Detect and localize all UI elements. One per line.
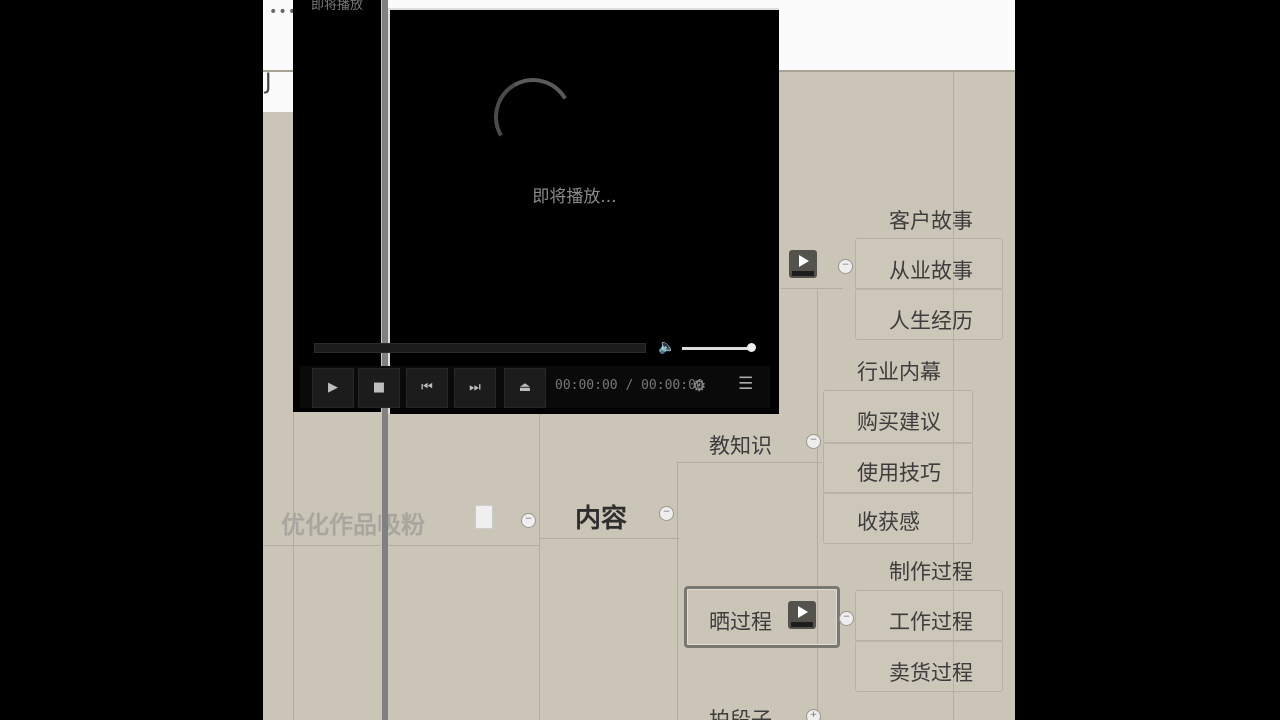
node-knowledge[interactable]: 教知识 <box>709 430 772 460</box>
side-tab-label: J <box>265 70 272 95</box>
collapse-toggle-icon[interactable]: − <box>659 506 674 521</box>
next-button[interactable]: ⏭ <box>454 368 496 408</box>
previous-button[interactable]: ⏮ <box>406 368 448 408</box>
volume-slider[interactable] <box>682 347 755 350</box>
guide-line <box>263 545 539 546</box>
node-process-child[interactable]: 卖货过程 <box>889 657 973 687</box>
loading-spinner-icon <box>485 69 581 165</box>
node-knowledge-child[interactable]: 收获感 <box>857 506 920 536</box>
node-root[interactable]: 优化作品吸粉 <box>281 505 425 540</box>
node-process-child[interactable]: 制作过程 <box>889 556 973 586</box>
time-separator: / <box>625 378 634 393</box>
playlist-menu-icon[interactable]: ☰ <box>738 374 753 394</box>
window-divider[interactable] <box>381 0 388 720</box>
node-center[interactable]: 内容 <box>575 498 627 535</box>
node-knowledge-child[interactable]: 使用技巧 <box>857 457 941 487</box>
node-knowledge-child[interactable]: 购买建议 <box>857 406 941 436</box>
settings-gear-icon[interactable]: ⚙ <box>692 376 706 395</box>
guide-line <box>817 290 818 720</box>
progress-row: 🔈 <box>302 339 772 358</box>
node-story-child[interactable]: 客户故事 <box>889 205 973 235</box>
collapse-toggle-icon[interactable]: − <box>806 434 821 449</box>
collapse-toggle-icon[interactable]: + <box>806 709 821 720</box>
node-process[interactable]: 晒过程 <box>709 606 772 636</box>
time-display: 00:00:00 / 00:00:00 <box>555 378 704 393</box>
video-badge-icon <box>788 601 816 629</box>
volume-icon[interactable]: 🔈 <box>658 339 675 355</box>
collapse-toggle-icon[interactable]: − <box>839 611 854 626</box>
loading-text: 即将播放... <box>532 187 617 207</box>
guide-line <box>539 412 540 720</box>
guide-line <box>781 288 843 289</box>
collapse-toggle-icon[interactable]: − <box>521 513 536 528</box>
seek-bar[interactable] <box>314 343 646 353</box>
collapse-toggle-icon[interactable]: − <box>838 259 853 274</box>
guide-line <box>677 462 678 720</box>
eject-button[interactable]: ⏏ <box>504 368 546 408</box>
guide-line <box>677 462 822 463</box>
video-player[interactable]: 即将播放... 🔈 ▶ ■ ⏮ ⏭ ⏏ 00:00:00 / 00:00:00 … <box>300 8 779 414</box>
document-icon <box>475 505 493 529</box>
stop-button[interactable]: ■ <box>358 368 400 408</box>
node-knowledge-child[interactable]: 行业内幕 <box>857 356 941 386</box>
side-tab: J <box>263 70 296 112</box>
media-window-title: 即将播放 <box>311 0 364 13</box>
play-button[interactable]: ▶ <box>312 368 354 408</box>
player-controls: ▶ ■ ⏮ ⏭ ⏏ 00:00:00 / 00:00:00 ⚙ ☰ <box>300 366 770 408</box>
node-story-child[interactable]: 从业故事 <box>889 255 973 285</box>
video-badge-icon <box>789 250 817 278</box>
time-current: 00:00:00 <box>555 378 618 393</box>
node-process-child[interactable]: 工作过程 <box>889 606 973 636</box>
volume-slider-handle[interactable] <box>747 343 756 352</box>
node-story-child[interactable]: 人生经历 <box>889 305 973 335</box>
node-jokes[interactable]: 拍段子 <box>709 704 772 720</box>
guide-line <box>539 538 679 539</box>
